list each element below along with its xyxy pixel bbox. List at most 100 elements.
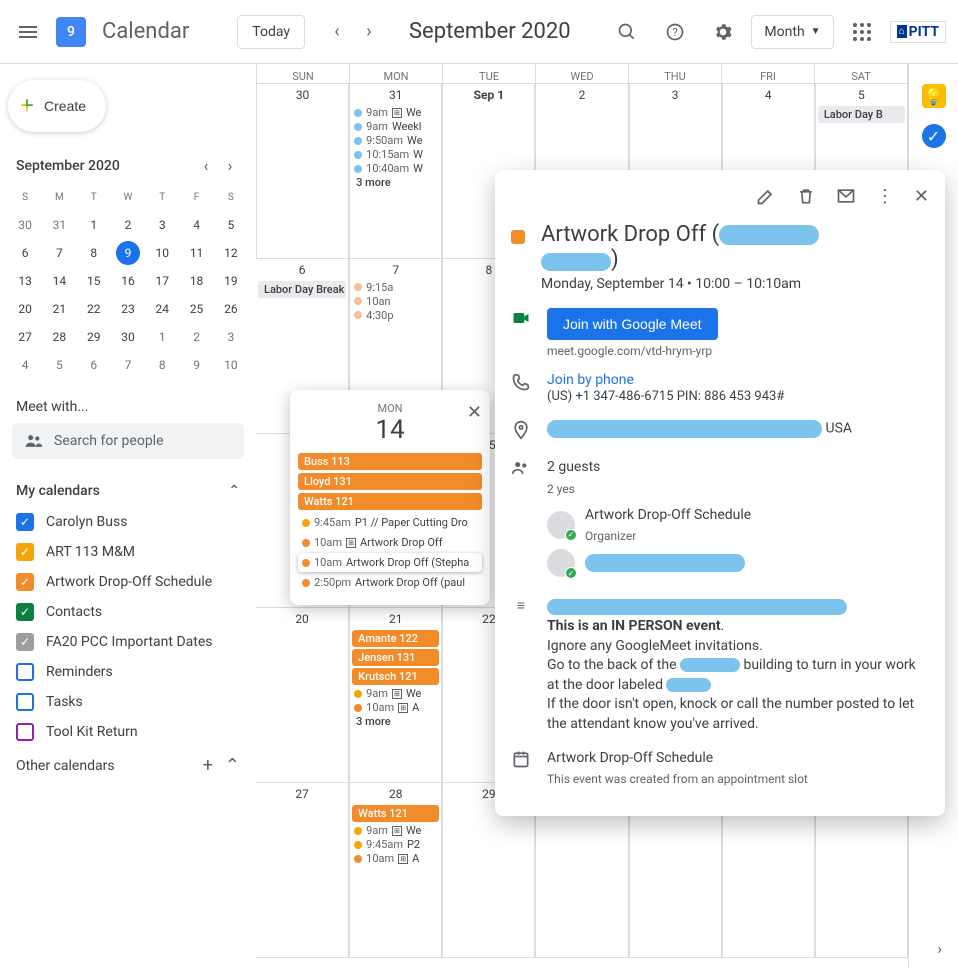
prev-month-button[interactable]: ‹ — [321, 16, 353, 48]
mini-cal-day[interactable]: 31 — [42, 211, 76, 239]
close-button[interactable]: ✕ — [467, 402, 482, 423]
mini-cal-day[interactable]: 21 — [42, 295, 76, 323]
day-cell[interactable]: 28Watts 1219am⊞We9:45amP210am⊞A — [349, 783, 442, 957]
day-cell[interactable]: 319am⊞We9amWeekl9:50amWe10:15amW10:40amW… — [349, 84, 442, 258]
calendar-item[interactable]: ✓ART 113 M&M — [8, 537, 248, 567]
settings-button[interactable] — [703, 12, 743, 52]
event-item[interactable]: 10amArtwork Drop Off (Stepha — [298, 553, 482, 572]
my-calendars-toggle[interactable]: My calendars ⌃ — [8, 475, 248, 507]
event-chip[interactable]: Amante 122 — [352, 630, 439, 647]
google-apps-button[interactable] — [842, 12, 882, 52]
mini-cal-day[interactable]: 4 — [179, 211, 213, 239]
event-item[interactable]: 10am⊞Artwork Drop Off — [298, 533, 482, 552]
mini-cal-day[interactable]: 1 — [145, 323, 179, 351]
keep-icon[interactable]: 💡 — [922, 84, 946, 108]
event-chip[interactable]: Lloyd 131 — [298, 473, 482, 490]
mini-cal-day[interactable]: 9 — [116, 241, 140, 265]
event-item[interactable]: 10an — [352, 295, 439, 308]
checkbox[interactable] — [16, 693, 34, 711]
checkbox[interactable]: ✓ — [16, 513, 34, 531]
guest-row[interactable]: ✓ Artwork Drop-Off Schedule Organizer — [547, 506, 929, 544]
mini-cal-day[interactable]: 6 — [8, 239, 42, 267]
mini-cal-day[interactable]: 12 — [214, 239, 248, 267]
help-button[interactable]: ? — [655, 12, 695, 52]
mini-cal-day[interactable]: 1 — [77, 211, 111, 239]
mini-cal-day[interactable]: 18 — [179, 267, 213, 295]
mini-cal-day[interactable]: 10 — [214, 351, 248, 379]
mini-cal-day[interactable]: 8 — [145, 351, 179, 379]
chevron-up-icon[interactable]: ⌃ — [225, 755, 240, 776]
day-cell[interactable]: 21Amante 122Jensen 131Krutsch 1219am⊞We1… — [349, 608, 442, 782]
today-button[interactable]: Today — [237, 15, 305, 49]
event-item[interactable]: 10am⊞A — [352, 852, 439, 865]
more-button[interactable]: ⋮ — [876, 186, 894, 210]
mini-cal-day[interactable]: 7 — [111, 351, 145, 379]
event-item[interactable]: 10am⊞A — [352, 701, 439, 714]
mini-cal-day[interactable]: 29 — [77, 323, 111, 351]
mini-cal-day[interactable]: 16 — [111, 267, 145, 295]
mini-cal-day[interactable]: 26 — [214, 295, 248, 323]
search-people-input[interactable]: Search for people — [12, 423, 244, 459]
close-button[interactable]: ✕ — [914, 186, 929, 210]
menu-button[interactable] — [8, 12, 48, 52]
email-button[interactable] — [836, 186, 856, 210]
event-item[interactable]: 9am⊞We — [352, 687, 439, 700]
mini-cal-day[interactable]: 22 — [77, 295, 111, 323]
mini-cal-day[interactable]: 9 — [179, 351, 213, 379]
mini-cal-day[interactable]: 8 — [77, 239, 111, 267]
search-button[interactable] — [607, 12, 647, 52]
mini-cal-day[interactable]: 28 — [42, 323, 76, 351]
mini-cal-day[interactable]: 6 — [77, 351, 111, 379]
day-cell[interactable]: 27 — [256, 783, 349, 957]
event-item[interactable]: 9:45amP1 // Paper Cutting Dro — [298, 513, 482, 532]
edit-button[interactable] — [756, 186, 776, 210]
join-phone-link[interactable]: Join by phone — [547, 372, 784, 388]
calendar-item[interactable]: Tool Kit Return — [8, 717, 248, 747]
mini-cal-day[interactable]: 19 — [214, 267, 248, 295]
event-item[interactable]: 9:50amWe — [352, 134, 439, 147]
calendar-item[interactable]: ✓Artwork Drop-Off Schedule — [8, 567, 248, 597]
mini-cal-day[interactable]: 4 — [8, 351, 42, 379]
mini-cal-day[interactable]: 30 — [111, 323, 145, 351]
calendar-item[interactable]: Tasks — [8, 687, 248, 717]
event-chip[interactable]: Watts 121 — [352, 805, 439, 822]
mini-cal-day[interactable]: 5 — [214, 211, 248, 239]
calendar-item[interactable]: ✓Contacts — [8, 597, 248, 627]
event-item[interactable]: 9amWeekl — [352, 120, 439, 133]
mini-cal-day[interactable]: 7 — [42, 239, 76, 267]
join-meet-button[interactable]: Join with Google Meet — [547, 308, 718, 340]
other-calendars-toggle[interactable]: Other calendars + ⌃ — [8, 747, 248, 784]
event-item[interactable]: 9am⊞We — [352, 106, 439, 119]
mini-cal-day[interactable]: 5 — [42, 351, 76, 379]
add-calendar-button[interactable]: + — [203, 755, 213, 776]
checkbox[interactable]: ✓ — [16, 603, 34, 621]
event-item[interactable]: 9:45amP2 — [352, 838, 439, 851]
checkbox[interactable]: ✓ — [16, 633, 34, 651]
event-item[interactable]: 9am⊞We — [352, 824, 439, 837]
event-chip[interactable]: Labor Day B — [818, 106, 905, 123]
mini-calendar[interactable]: SMTWTFS303112345678910111213141516171819… — [8, 183, 248, 379]
view-selector[interactable]: Month ▼ — [751, 15, 833, 49]
event-item[interactable]: 10:15amW — [352, 148, 439, 161]
day-cell[interactable]: 20 — [256, 608, 349, 782]
event-chip[interactable]: Labor Day Break — [258, 281, 346, 298]
checkbox[interactable]: ✓ — [16, 543, 34, 561]
calendar-item[interactable]: ✓FA20 PCC Important Dates — [8, 627, 248, 657]
event-item[interactable]: 9:15a — [352, 281, 439, 294]
mini-cal-day[interactable]: 15 — [77, 267, 111, 295]
side-panel-collapse[interactable]: › — [937, 939, 942, 958]
event-item[interactable]: 4:30p — [352, 309, 439, 322]
mini-cal-day[interactable]: 14 — [42, 267, 76, 295]
create-button[interactable]: + Create — [8, 80, 106, 132]
mini-cal-day[interactable]: 13 — [8, 267, 42, 295]
mini-cal-day[interactable]: 11 — [179, 239, 213, 267]
event-item[interactable]: 10:40amW — [352, 162, 439, 175]
event-item[interactable]: 2:50pmArtwork Drop Off (paul — [298, 573, 482, 592]
mini-cal-day[interactable]: 27 — [8, 323, 42, 351]
mini-prev-button[interactable]: ‹ — [196, 156, 216, 175]
event-chip[interactable]: Buss 113 — [298, 453, 482, 470]
calendar-item[interactable]: ✓Carolyn Buss — [8, 507, 248, 537]
mini-next-button[interactable]: › — [220, 156, 240, 175]
mini-cal-day[interactable]: 17 — [145, 267, 179, 295]
mini-cal-day[interactable]: 3 — [214, 323, 248, 351]
